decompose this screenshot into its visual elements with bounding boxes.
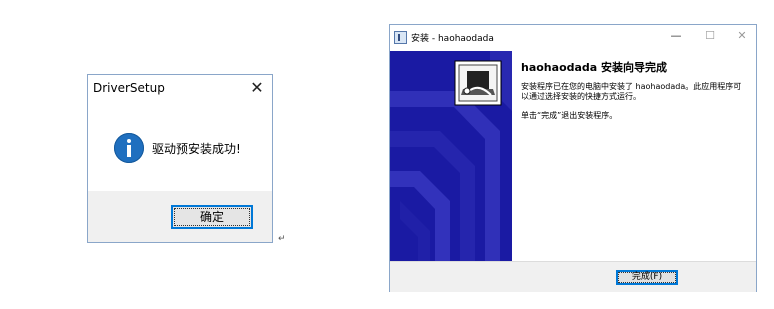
wizard-title: 安装 - haohaodada [411,34,494,44]
wizard-footer: 完成(F) [390,261,756,292]
maximize-icon[interactable]: ☐ [702,29,718,43]
setup-wizard-window: 安装 - haohaodada — ☐ ✕ haohaodada 安装向导完成 … [389,24,757,292]
wizard-titlebar[interactable]: 安装 - haohaodada — ☐ ✕ [390,25,756,51]
dialog-titlebar[interactable]: DriverSetup ✕ [88,75,272,103]
ok-button[interactable]: 确定 [171,205,253,229]
wizard-description: 安装程序已在您的电脑中安装了 haohaodada。此应用程序可以通过选择安装的… [521,82,742,101]
wizard-exit-hint: 单击“完成”退出安装程序。 [521,111,618,120]
close-icon[interactable]: ✕ [248,79,266,97]
banner-artwork [390,51,512,261]
dialog-body: 驱动预安装成功! [88,103,272,191]
installer-logo-icon [454,60,502,106]
wizard-content: haohaodada 安装向导完成 安装程序已在您的电脑中安装了 haohaod… [512,51,756,261]
close-icon[interactable]: ✕ [734,29,750,43]
info-icon [114,133,144,163]
dialog-footer: 确定 [88,191,272,242]
paragraph-mark: ↵ [278,234,286,244]
installer-app-icon [394,31,407,44]
dialog-message: 驱动预安装成功! [152,142,241,156]
dialog-title: DriverSetup [93,81,165,95]
wizard-heading: haohaodada 安装向导完成 [521,61,668,74]
finish-button[interactable]: 完成(F) [616,270,678,285]
minimize-icon[interactable]: — [668,29,684,43]
driver-setup-dialog: DriverSetup ✕ 驱动预安装成功! 确定 [87,74,273,243]
wizard-side-banner [390,51,512,261]
